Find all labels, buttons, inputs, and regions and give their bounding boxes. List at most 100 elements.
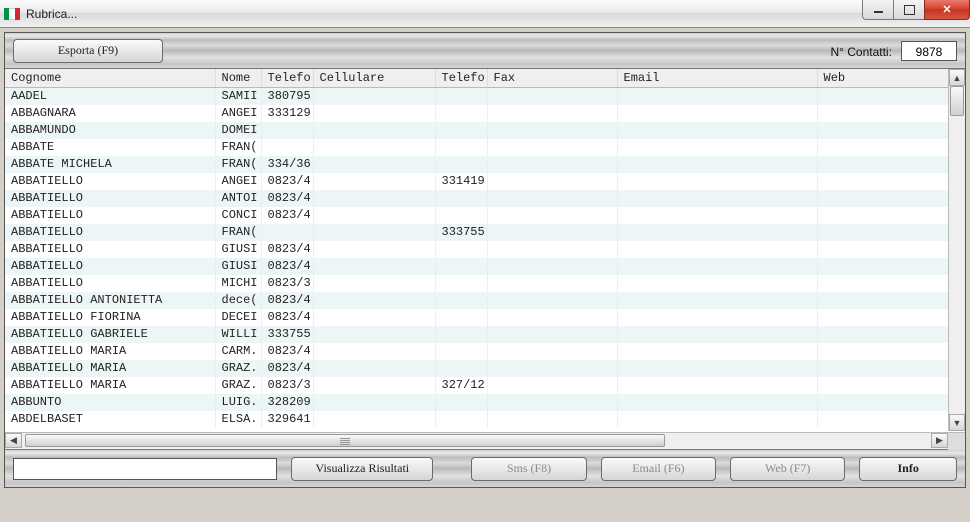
vscroll-track[interactable] [949,86,965,414]
table-row[interactable]: ABBATIELLOANGEI0823/4331419 [5,173,963,190]
cell-fax[interactable] [487,326,617,343]
cell-cognome[interactable]: ABBATIELLO MARIA [5,343,215,360]
cell-cognome[interactable]: ABBUNTO [5,394,215,411]
cell-web[interactable] [817,258,963,275]
cell-tel2[interactable] [435,241,487,258]
scroll-left-icon[interactable]: ◀ [5,433,22,448]
cell-tel1[interactable]: 0823/4 [261,309,313,326]
cell-cognome[interactable]: ABBATE MICHELA [5,156,215,173]
cell-email[interactable] [617,173,817,190]
cell-tel1[interactable]: 0823/4 [261,241,313,258]
cell-tel2[interactable] [435,292,487,309]
cell-fax[interactable] [487,224,617,241]
cell-web[interactable] [817,122,963,139]
cell-tel1[interactable]: 0823/3 [261,275,313,292]
cell-tel1[interactable]: 328209 [261,394,313,411]
cell-nome[interactable]: WILLI [215,326,261,343]
cell-email[interactable] [617,88,817,105]
info-button[interactable]: Info [859,457,957,481]
cell-nome[interactable]: LUIG. [215,394,261,411]
cell-web[interactable] [817,88,963,105]
cell-email[interactable] [617,360,817,377]
cell-tel1[interactable]: 0823/4 [261,190,313,207]
cell-cell[interactable] [313,377,435,394]
cell-tel2[interactable] [435,207,487,224]
cell-email[interactable] [617,190,817,207]
table-row[interactable]: ABBATIELLOGIUSI0823/4 [5,258,963,275]
cell-cell[interactable] [313,326,435,343]
cell-web[interactable] [817,309,963,326]
cell-tel1[interactable]: 329641 [261,411,313,428]
cell-email[interactable] [617,258,817,275]
table-row[interactable]: ABBATIELLOMICHI0823/3 [5,275,963,292]
cell-tel1[interactable] [261,139,313,156]
cell-cognome[interactable]: ABBATIELLO [5,241,215,258]
cell-nome[interactable]: FRAN( [215,156,261,173]
cell-email[interactable] [617,224,817,241]
cell-cognome[interactable]: ABBATIELLO MARIA [5,360,215,377]
cell-email[interactable] [617,377,817,394]
horizontal-scrollbar[interactable]: ◀ ▶ [5,432,965,449]
cell-cognome[interactable]: ABBATIELLO ANTONIETTA [5,292,215,309]
cell-tel1[interactable]: 0823/4 [261,207,313,224]
cell-tel2[interactable] [435,309,487,326]
cell-nome[interactable]: GRAZ. [215,360,261,377]
cell-cell[interactable] [313,156,435,173]
cell-email[interactable] [617,309,817,326]
cell-web[interactable] [817,241,963,258]
cell-tel2[interactable] [435,360,487,377]
cell-fax[interactable] [487,360,617,377]
col-header-cellulare[interactable]: Cellulare [313,69,435,88]
table-row[interactable]: ABBATIELLO FIORINADECEI0823/4 [5,309,963,326]
cell-cell[interactable] [313,88,435,105]
cell-tel2[interactable] [435,326,487,343]
cell-email[interactable] [617,156,817,173]
cell-nome[interactable]: GIUSI [215,241,261,258]
table-row[interactable]: ABBAMUNDODOMEI [5,122,963,139]
cell-tel2[interactable] [435,122,487,139]
cell-tel2[interactable] [435,275,487,292]
cell-nome[interactable]: SAMII [215,88,261,105]
cell-cognome[interactable]: ABBATIELLO [5,224,215,241]
table-row[interactable]: ABBATIELLO MARIACARM.0823/4 [5,343,963,360]
hscroll-thumb[interactable] [25,434,665,447]
cell-web[interactable] [817,207,963,224]
cell-tel2[interactable] [435,105,487,122]
maximize-button[interactable] [893,0,925,20]
cell-web[interactable] [817,173,963,190]
table-row[interactable]: ABBAGNARAANGEI333129 [5,105,963,122]
cell-cell[interactable] [313,394,435,411]
cell-fax[interactable] [487,241,617,258]
cell-nome[interactable]: ELSA. [215,411,261,428]
cell-tel1[interactable]: 333755 [261,326,313,343]
cell-tel2[interactable] [435,139,487,156]
cell-fax[interactable] [487,275,617,292]
cell-nome[interactable]: dece( [215,292,261,309]
search-input[interactable] [13,458,277,480]
cell-email[interactable] [617,241,817,258]
table-row[interactable]: ABBATE MICHELAFRAN(334/36 [5,156,963,173]
cell-email[interactable] [617,292,817,309]
minimize-button[interactable] [862,0,894,20]
col-header-telefono2[interactable]: Telefo [435,69,487,88]
cell-tel2[interactable] [435,343,487,360]
cell-nome[interactable]: CONCI [215,207,261,224]
scroll-up-icon[interactable]: ▲ [949,69,965,86]
cell-fax[interactable] [487,292,617,309]
cell-email[interactable] [617,394,817,411]
cell-tel2[interactable] [435,190,487,207]
cell-fax[interactable] [487,173,617,190]
cell-cognome[interactable]: AADEL [5,88,215,105]
cell-email[interactable] [617,411,817,428]
cell-cell[interactable] [313,309,435,326]
cell-tel1[interactable]: 380795 [261,88,313,105]
cell-fax[interactable] [487,190,617,207]
cell-fax[interactable] [487,88,617,105]
cell-email[interactable] [617,122,817,139]
cell-tel2[interactable]: 331419 [435,173,487,190]
table-row[interactable]: AADELSAMII380795 [5,88,963,105]
cell-cognome[interactable]: ABBAMUNDO [5,122,215,139]
table-row[interactable]: ABBATIELLOCONCI0823/4 [5,207,963,224]
cell-cell[interactable] [313,173,435,190]
cell-tel1[interactable]: 0823/4 [261,258,313,275]
